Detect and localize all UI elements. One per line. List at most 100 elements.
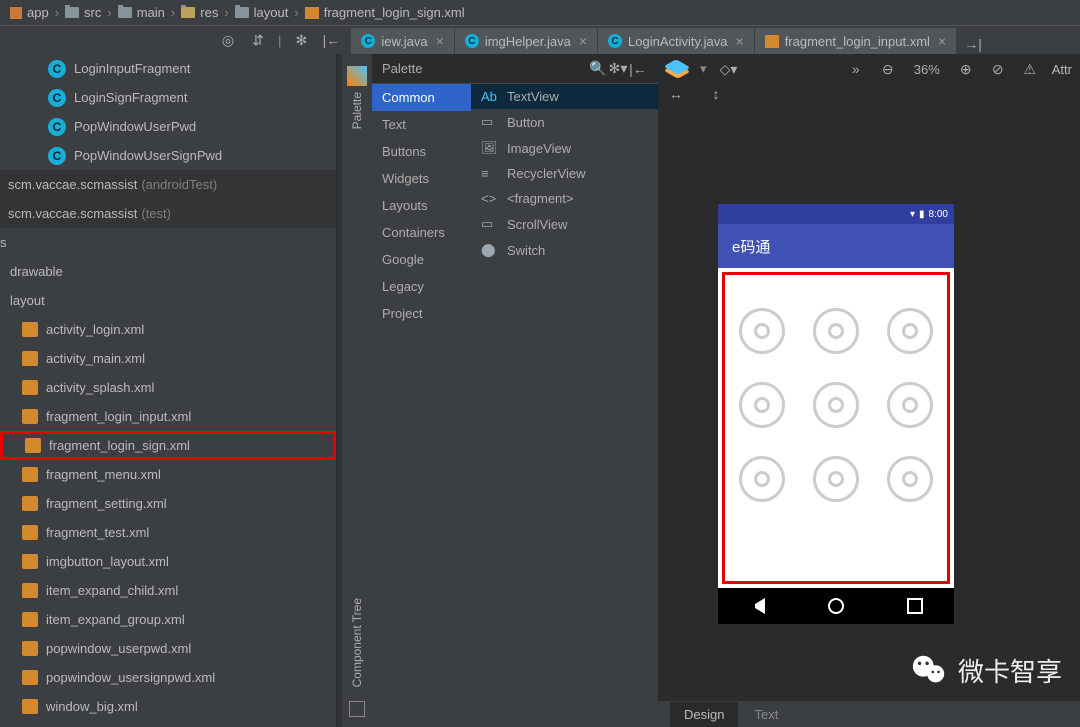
palette-categories: Common Text Buttons Widgets Layouts Cont… <box>372 84 471 727</box>
search-icon[interactable]: 🔍 <box>588 59 608 79</box>
collapse-icon[interactable]: ⇵ <box>248 30 268 50</box>
pattern-dot[interactable] <box>813 456 859 502</box>
palette-cat-google[interactable]: Google <box>372 246 471 273</box>
bc-res[interactable]: res <box>177 5 222 20</box>
pan-h-icon[interactable]: ↔ <box>666 84 686 104</box>
tree-class[interactable]: CLoginSignFragment <box>0 83 336 112</box>
tree-xml[interactable]: popwindow_usersignpwd.xml <box>0 663 336 692</box>
design-text-tabs: Design Text <box>658 701 1080 727</box>
tab-loginactivity[interactable]: CLoginActivity.java× <box>598 28 754 54</box>
bc-file[interactable]: fragment_login_sign.xml <box>301 5 469 20</box>
tree-icon[interactable] <box>349 701 365 717</box>
tree-package[interactable]: scm.vaccae.scmassist(androidTest) <box>0 170 336 199</box>
tree-xml[interactable]: item_expand_child.xml <box>0 576 336 605</box>
close-icon[interactable]: × <box>579 33 587 49</box>
tree-xml[interactable]: imgbutton_layout.xml <box>0 547 336 576</box>
zoom-out-icon[interactable]: ⊖ <box>878 59 898 79</box>
pattern-dot[interactable] <box>739 382 785 428</box>
tab-fragment-login-input[interactable]: fragment_login_input.xml× <box>755 28 956 54</box>
gear-icon[interactable]: ✻▾ <box>608 59 628 79</box>
palette-item-switch[interactable]: ⬤Switch <box>471 237 658 263</box>
palette-title: Palette <box>382 61 422 76</box>
palette-cat-buttons[interactable]: Buttons <box>372 138 471 165</box>
watermark: 微卡智享 <box>910 651 1062 689</box>
palette-cat-containers[interactable]: Containers <box>372 219 471 246</box>
palette-item-button[interactable]: ▭Button <box>471 109 658 135</box>
tree-folder-s[interactable]: s <box>0 228 336 257</box>
palette-item-imageview[interactable]: 🖼ImageView <box>471 135 658 161</box>
pan-v-icon[interactable]: ↕ <box>706 84 726 104</box>
device-preview[interactable]: ▾ ▮ 8:00 e码通 <box>718 204 954 624</box>
wechat-icon <box>910 651 948 689</box>
component-tree-tab-label[interactable]: Component Tree <box>350 598 364 687</box>
pattern-lock-grid[interactable] <box>734 308 938 502</box>
tab-iew-java[interactable]: Ciew.java× <box>351 28 453 54</box>
design-tab[interactable]: Design <box>670 702 738 727</box>
tree-xml[interactable]: activity_splash.xml <box>0 373 336 402</box>
pattern-dot[interactable] <box>887 308 933 354</box>
tree-xml[interactable]: popwindow_userpwd.xml <box>0 634 336 663</box>
orientation-icon[interactable]: ◇▾ <box>719 59 739 79</box>
nav-recent-icon <box>907 598 923 614</box>
tree-xml[interactable]: activity_login.xml <box>0 315 336 344</box>
palette-cat-widgets[interactable]: Widgets <box>372 165 471 192</box>
palette-cat-text[interactable]: Text <box>372 111 471 138</box>
dock-icon[interactable]: |← <box>628 59 648 79</box>
bc-app[interactable]: app <box>6 5 53 20</box>
tree-class[interactable]: CLoginInputFragment <box>0 54 336 83</box>
preview-toolbar: ▾ ◇▾ » ⊖ 36% ⊕ ⊘ ⚠ Attr <box>658 54 1080 84</box>
nav-home-icon <box>828 598 844 614</box>
more-icon[interactable]: » <box>846 59 866 79</box>
palette-item-scrollview[interactable]: ▭ScrollView <box>471 211 658 237</box>
text-tab[interactable]: Text <box>740 702 792 727</box>
layers-icon[interactable] <box>666 60 688 78</box>
palette-cat-project[interactable]: Project <box>372 300 471 327</box>
tree-xml[interactable]: item_expand_group.xml <box>0 605 336 634</box>
palette-tab-label[interactable]: Palette <box>350 92 364 129</box>
close-icon[interactable]: × <box>938 33 946 49</box>
close-icon[interactable]: × <box>736 33 744 49</box>
attributes-label[interactable]: Attr <box>1052 62 1072 77</box>
pattern-dot[interactable] <box>813 308 859 354</box>
tree-package[interactable]: scm.vaccae.scmassist(test) <box>0 199 336 228</box>
gear-icon[interactable]: ✻ <box>291 30 311 50</box>
palette-item-recyclerview[interactable]: ≡RecyclerView <box>471 161 658 186</box>
tree-xml[interactable]: activity_main.xml <box>0 344 336 373</box>
palette-header: Palette 🔍 ✻▾ |← <box>372 54 658 84</box>
pattern-dot[interactable] <box>887 382 933 428</box>
zoom-fit-icon[interactable]: ⊘ <box>988 59 1008 79</box>
bc-main[interactable]: main <box>114 5 169 20</box>
tree-folder-layout[interactable]: layout <box>0 286 336 315</box>
tree-xml[interactable]: fragment_menu.xml <box>0 460 336 489</box>
battery-icon: ▮ <box>919 209 925 220</box>
tree-folder-drawable[interactable]: drawable <box>0 257 336 286</box>
palette-cat-legacy[interactable]: Legacy <box>372 273 471 300</box>
preview-area: ▾ ◇▾ » ⊖ 36% ⊕ ⊘ ⚠ Attr ↔ ↕ ▾ <box>658 54 1080 727</box>
pattern-dot[interactable] <box>739 308 785 354</box>
tree-xml[interactable]: window_big.xml <box>0 692 336 721</box>
pattern-dot[interactable] <box>813 382 859 428</box>
prev-icon[interactable]: |← <box>321 30 341 50</box>
tree-class[interactable]: CPopWindowUserSignPwd <box>0 141 336 170</box>
pattern-dot[interactable] <box>739 456 785 502</box>
palette-items: AbTextView ▭Button 🖼ImageView ≡RecyclerV… <box>471 84 658 727</box>
pattern-dot[interactable] <box>887 456 933 502</box>
tree-xml[interactable]: fragment_setting.xml <box>0 489 336 518</box>
zoom-in-icon[interactable]: ⊕ <box>956 59 976 79</box>
palette-item-fragment[interactable]: <><fragment> <box>471 186 658 211</box>
palette-cat-common[interactable]: Common <box>372 84 471 111</box>
target-icon[interactable]: ◎ <box>218 30 238 50</box>
close-icon[interactable]: × <box>436 33 444 49</box>
next-icon[interactable]: →| <box>963 34 983 54</box>
tree-xml[interactable]: fragment_test.xml <box>0 518 336 547</box>
tree-xml[interactable]: fragment_login_input.xml <box>0 402 336 431</box>
palette-item-textview[interactable]: AbTextView <box>471 84 658 109</box>
tab-imghelper[interactable]: CimgHelper.java× <box>455 28 597 54</box>
warning-icon[interactable]: ⚠ <box>1020 59 1040 79</box>
tree-xml-selected[interactable]: fragment_login_sign.xml <box>0 431 336 460</box>
tree-class[interactable]: CPopWindowUserPwd <box>0 112 336 141</box>
palette-cat-layouts[interactable]: Layouts <box>372 192 471 219</box>
bc-src[interactable]: src <box>61 5 105 20</box>
zoom-level: 36% <box>914 62 940 77</box>
bc-layout[interactable]: layout <box>231 5 293 20</box>
